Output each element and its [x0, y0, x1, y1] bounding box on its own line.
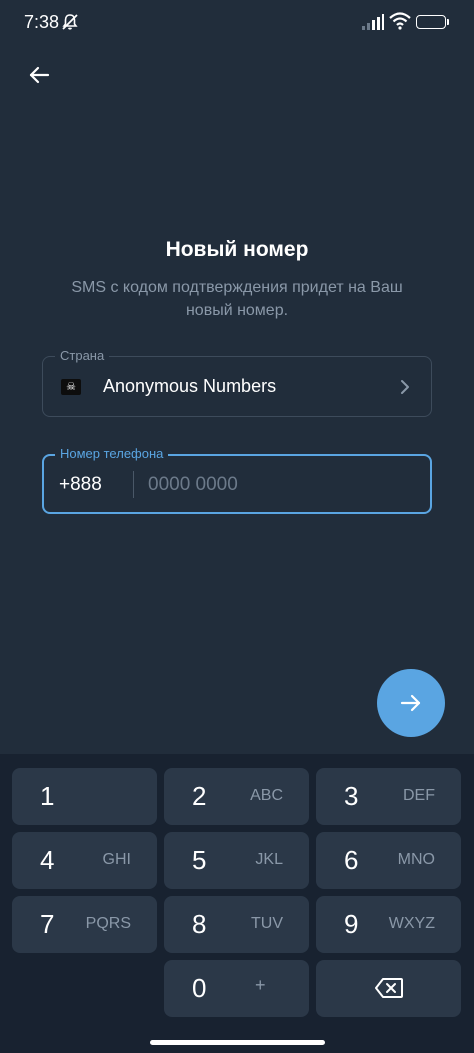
- field-divider: [133, 471, 134, 498]
- home-indicator[interactable]: [150, 1040, 325, 1045]
- arrow-left-icon: [29, 66, 50, 84]
- key-letters: WXYZ: [388, 915, 435, 932]
- key-letters: DEF: [403, 787, 435, 804]
- key-letters: MNO: [397, 851, 435, 868]
- key-digit: 0: [192, 973, 207, 1003]
- signal-icon: [362, 14, 384, 30]
- key-letters: JKL: [255, 851, 283, 868]
- chevron-right-icon: [401, 380, 409, 394]
- battery-icon: 35: [416, 15, 446, 29]
- page-title: Новый номер: [165, 238, 309, 261]
- key-digit: 5: [192, 845, 207, 875]
- numeric-keypad: 1 2 ABC 3 DEF 4 GHI 5 JKL 6 MNO 7 PQRS 8…: [0, 754, 474, 1053]
- status-bar: 7:38 35: [0, 0, 474, 46]
- arrow-right-icon: [400, 694, 421, 712]
- key-letters: GHI: [102, 851, 131, 868]
- country-value: Anonymous Numbers: [103, 376, 277, 396]
- key-1[interactable]: 1: [12, 768, 157, 825]
- key-5[interactable]: 5 JKL: [164, 832, 309, 889]
- key-9[interactable]: 9 WXYZ: [316, 896, 461, 953]
- back-button[interactable]: [20, 56, 58, 94]
- key-digit: 6: [344, 845, 359, 875]
- key-3[interactable]: 3 DEF: [316, 768, 461, 825]
- key-digit: 7: [40, 909, 55, 939]
- page-subtitle: SMS с кодом подтверждения придет на Ваш …: [71, 279, 403, 319]
- key-digit: 8: [192, 909, 207, 939]
- battery-percent: 35: [425, 16, 437, 27]
- key-digit: 9: [344, 909, 359, 939]
- key-4[interactable]: 4 GHI: [12, 832, 157, 889]
- wifi-icon: [389, 12, 411, 30]
- country-label: Страна: [55, 347, 110, 365]
- key-digit: 4: [40, 845, 55, 875]
- country-selector[interactable]: Страна ☠ Anonymous Numbers: [42, 347, 432, 417]
- key-digit: 3: [344, 781, 359, 811]
- phone-number-input[interactable]: 0000 0000: [148, 474, 238, 496]
- key-0[interactable]: 0 +: [164, 960, 309, 1017]
- key-2[interactable]: 2 ABC: [164, 768, 309, 825]
- backspace-icon: [375, 978, 403, 998]
- key-letters: +: [255, 975, 266, 995]
- pirate-flag-icon: ☠: [61, 379, 81, 395]
- next-button[interactable]: [377, 669, 445, 737]
- phone-label: Номер телефона: [55, 445, 169, 463]
- backspace-key[interactable]: [316, 960, 461, 1017]
- battery-tip: [447, 19, 449, 25]
- key-7[interactable]: 7 PQRS: [12, 896, 157, 953]
- key-digit: 1: [40, 781, 55, 811]
- key-letters: TUV: [251, 915, 283, 932]
- phone-number-field[interactable]: Номер телефона +888 0000 0000: [42, 445, 432, 514]
- key-digit: 2: [192, 781, 207, 811]
- key-letters: PQRS: [85, 915, 131, 932]
- key-8[interactable]: 8 TUV: [164, 896, 309, 953]
- country-code-input[interactable]: +888: [59, 474, 102, 496]
- key-letters: ABC: [250, 787, 283, 804]
- mute-icon: [62, 14, 78, 30]
- key-6[interactable]: 6 MNO: [316, 832, 461, 889]
- status-time: 7:38: [24, 12, 60, 32]
